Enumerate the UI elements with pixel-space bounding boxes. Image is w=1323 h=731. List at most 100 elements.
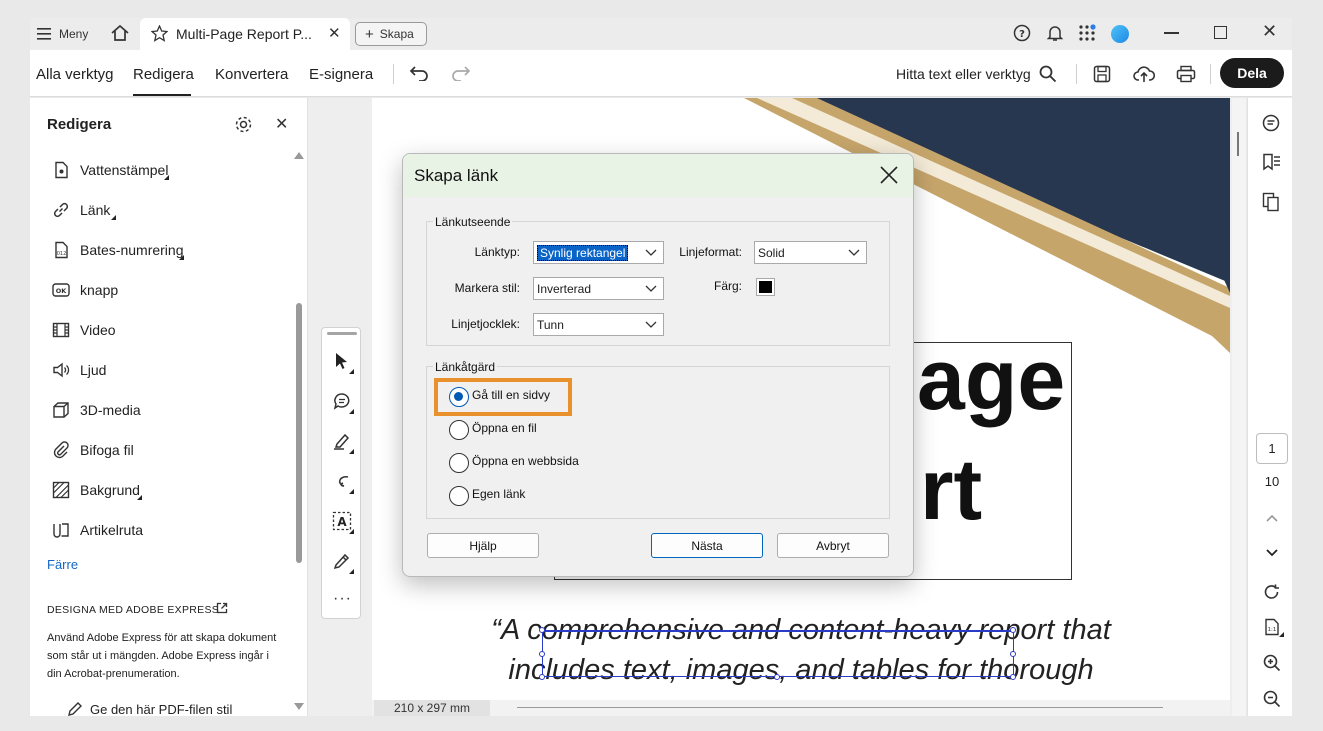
- maximize-icon[interactable]: [1214, 26, 1227, 39]
- link-type-select[interactable]: Synlig rektangel: [533, 241, 664, 264]
- external-link-icon[interactable]: [216, 602, 228, 614]
- tool-3d-media[interactable]: 3D-media: [52, 398, 141, 422]
- pages-thumbnails-icon[interactable]: [1262, 192, 1280, 212]
- highlight-style-value: Inverterad: [537, 281, 592, 296]
- tab-all-tools[interactable]: Alla verktyg: [36, 66, 114, 83]
- help-button[interactable]: Hjälp: [427, 533, 539, 558]
- cloud-upload-icon[interactable]: [1133, 64, 1155, 84]
- tool-watermark[interactable]: Vattenstämpel: [52, 158, 168, 182]
- radio-open-file[interactable]: [449, 420, 469, 440]
- radio-go-to-page-view[interactable]: [449, 387, 469, 407]
- print-icon[interactable]: [1176, 65, 1196, 83]
- home-icon[interactable]: [110, 24, 130, 42]
- more-tools-icon[interactable]: ···: [333, 590, 352, 608]
- option-go-to-page-view[interactable]: Gå till en sidvy: [472, 388, 550, 402]
- resize-handle[interactable]: [539, 651, 545, 657]
- zoom-out-icon[interactable]: [1263, 690, 1281, 708]
- tool-button[interactable]: OK knapp: [52, 278, 118, 302]
- canvas-scrollbar-track[interactable]: [1232, 98, 1246, 716]
- canvas-scrollbar-thumb[interactable]: [1237, 132, 1239, 156]
- option-open-file[interactable]: Öppna en fil: [472, 421, 537, 435]
- radio-custom-link[interactable]: [449, 486, 469, 506]
- tool-audio[interactable]: Ljud: [52, 358, 106, 382]
- minimize-icon[interactable]: [1164, 32, 1179, 34]
- promo-action[interactable]: Ge den här PDF-filen stil: [90, 702, 232, 716]
- zoom-in-icon[interactable]: [1263, 654, 1281, 672]
- create-button[interactable]: + Skapa: [355, 22, 427, 46]
- save-icon[interactable]: [1093, 65, 1111, 83]
- scroll-down-arrow[interactable]: [294, 703, 304, 710]
- highlight-style-label: Markera stil:: [454, 281, 520, 295]
- option-open-web-page[interactable]: Öppna en webbsida: [472, 454, 579, 468]
- resize-handle[interactable]: [1010, 674, 1016, 680]
- svg-text:OK: OK: [56, 287, 68, 295]
- line-thickness-select[interactable]: Tunn: [533, 313, 664, 336]
- bell-icon[interactable]: [1046, 24, 1064, 42]
- close-panel-icon[interactable]: ✕: [275, 114, 288, 134]
- next-button[interactable]: Nästa: [651, 533, 763, 558]
- comment-icon[interactable]: [333, 392, 351, 410]
- drag-handle[interactable]: [327, 332, 357, 335]
- undo-icon[interactable]: [409, 65, 429, 81]
- total-pages: 10: [1264, 474, 1280, 489]
- close-dialog-icon[interactable]: [880, 166, 898, 184]
- share-button[interactable]: Dela: [1220, 58, 1284, 88]
- star-icon[interactable]: [151, 25, 168, 42]
- apps-grid-icon[interactable]: [1078, 24, 1096, 42]
- link-rectangle-selection[interactable]: [542, 630, 1014, 677]
- resize-handle[interactable]: [774, 674, 780, 680]
- color-label: Färg:: [713, 279, 742, 293]
- tab-e-sign[interactable]: E-signera: [309, 66, 373, 83]
- paperclip-icon: [53, 441, 69, 459]
- tool-article-box[interactable]: Artikelruta: [52, 518, 143, 542]
- find-text-label[interactable]: Hitta text eller verktyg: [896, 66, 1031, 82]
- select-pointer-icon[interactable]: [334, 352, 350, 370]
- resize-handle[interactable]: [539, 627, 545, 633]
- tool-attach-file[interactable]: Bifoga fil: [52, 438, 134, 462]
- panel-scrollbar-thumb[interactable]: [296, 303, 302, 563]
- fewer-link[interactable]: Färre: [47, 557, 78, 572]
- freehand-draw-icon[interactable]: [333, 472, 351, 490]
- resize-handle[interactable]: [1010, 627, 1016, 633]
- scroll-up-arrow[interactable]: [294, 152, 304, 159]
- heading-line2[interactable]: rt: [920, 440, 982, 540]
- current-page-input[interactable]: 1: [1256, 433, 1288, 464]
- gear-icon[interactable]: [234, 115, 253, 134]
- cancel-button[interactable]: Avbryt: [777, 533, 889, 558]
- tool-link[interactable]: Länk: [52, 198, 110, 222]
- resize-handle[interactable]: [1010, 651, 1016, 657]
- tool-background[interactable]: Bakgrund: [52, 478, 140, 502]
- video-icon: [52, 322, 70, 338]
- next-page-icon[interactable]: [1266, 549, 1278, 557]
- search-icon[interactable]: [1039, 65, 1057, 83]
- rotate-icon[interactable]: [1263, 583, 1281, 601]
- resize-handle[interactable]: [539, 674, 545, 680]
- menu-label[interactable]: Meny: [59, 27, 88, 41]
- previous-page-icon[interactable]: [1266, 514, 1278, 522]
- tab-edit[interactable]: Redigera: [133, 66, 194, 83]
- promo-heading: DESIGNA MED ADOBE EXPRESS: [47, 604, 220, 616]
- hamburger-menu-icon[interactable]: [37, 27, 51, 40]
- text-box-icon[interactable]: A: [332, 511, 352, 531]
- tab-convert[interactable]: Konvertera: [215, 66, 288, 83]
- tab-title[interactable]: Multi-Page Report P...: [176, 26, 312, 42]
- fill-sign-icon[interactable]: [333, 552, 351, 570]
- avatar[interactable]: [1111, 25, 1129, 43]
- svg-text:?: ?: [1019, 29, 1025, 40]
- help-icon[interactable]: ?: [1013, 24, 1031, 42]
- heading-line1[interactable]: age: [917, 330, 1065, 430]
- comments-panel-icon[interactable]: [1262, 114, 1280, 132]
- highlight-style-select[interactable]: Inverterad: [533, 277, 664, 300]
- close-tab-icon[interactable]: ✕: [328, 24, 341, 42]
- bookmarks-icon[interactable]: [1262, 153, 1282, 171]
- option-custom-link[interactable]: Egen länk: [472, 487, 525, 501]
- redo-icon[interactable]: [451, 65, 471, 81]
- highlight-pen-icon[interactable]: [333, 432, 351, 450]
- radio-open-web-page[interactable]: [449, 453, 469, 473]
- line-style-select[interactable]: Solid: [754, 241, 867, 264]
- color-picker[interactable]: [756, 278, 775, 296]
- tool-bates[interactable]: 012 Bates-numrering: [52, 238, 184, 262]
- horizontal-scrollbar[interactable]: [517, 707, 1163, 708]
- tool-video[interactable]: Video: [52, 318, 116, 342]
- close-window-icon[interactable]: ✕: [1262, 21, 1277, 42]
